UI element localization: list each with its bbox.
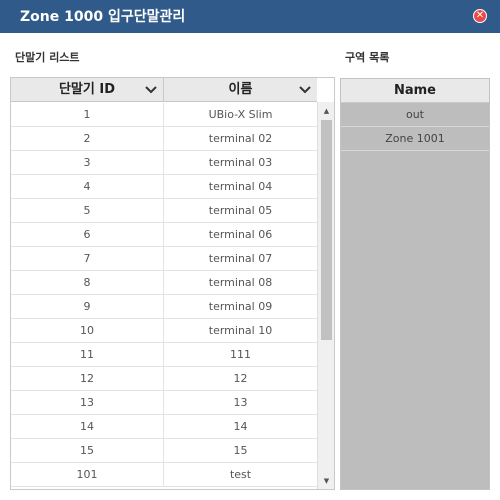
terminal-id-cell: 10 bbox=[11, 319, 164, 343]
zone-list: Name out Zone 1001 bbox=[340, 78, 490, 490]
zone-column-header[interactable]: Name bbox=[341, 79, 489, 103]
terminal-name-cell: UBio-X Slim bbox=[208, 108, 273, 121]
terminal-name-cell: terminal 10 bbox=[208, 324, 273, 337]
terminal-table-header: 단말기 ID 이름 bbox=[11, 78, 317, 102]
terminal-name-cell: 14 bbox=[233, 420, 248, 433]
column-header-label: 단말기 ID bbox=[58, 82, 116, 97]
zone-list-body: out Zone 1001 bbox=[341, 103, 489, 151]
table-row[interactable]: 7 terminal 07 bbox=[11, 247, 317, 271]
dialog-titlebar: Zone 1000 입구단말관리 ✕ bbox=[0, 0, 500, 33]
terminal-id-cell: 13 bbox=[11, 391, 164, 415]
list-item[interactable]: Zone 1001 bbox=[341, 127, 489, 151]
scroll-down-arrow-icon[interactable]: ▼ bbox=[318, 474, 334, 488]
scrollbar-thumb[interactable] bbox=[321, 120, 332, 340]
column-header-label: 이름 bbox=[228, 82, 253, 97]
terminal-name-cell: terminal 09 bbox=[208, 300, 273, 313]
list-item[interactable]: out bbox=[341, 103, 489, 127]
table-row[interactable]: 12 12 bbox=[11, 367, 317, 391]
dialog-title: Zone 1000 입구단말관리 bbox=[20, 9, 186, 25]
table-row[interactable]: 9 terminal 09 bbox=[11, 295, 317, 319]
zone-list-label: 구역 목록 bbox=[345, 51, 390, 64]
terminal-list-label: 단말기 리스트 bbox=[15, 51, 80, 64]
terminal-name-cell: test bbox=[229, 468, 252, 481]
table-row[interactable]: 15 15 bbox=[11, 439, 317, 463]
terminal-id-cell: 6 bbox=[11, 223, 164, 247]
table-row[interactable]: 4 terminal 04 bbox=[11, 175, 317, 199]
table-row[interactable]: 2 terminal 02 bbox=[11, 127, 317, 151]
terminal-id-cell: 9 bbox=[11, 295, 164, 319]
terminal-name-cell: terminal 08 bbox=[208, 276, 273, 289]
table-row[interactable]: 10 terminal 10 bbox=[11, 319, 317, 343]
table-row[interactable]: 8 terminal 08 bbox=[11, 271, 317, 295]
terminal-table-body: 1 UBio-X Slim 2 terminal 02 3 terminal 03 4 ter… bbox=[11, 103, 317, 489]
terminal-name-cell: terminal 06 bbox=[208, 228, 273, 241]
terminal-id-cell: 2 bbox=[11, 127, 164, 151]
table-row[interactable]: 5 terminal 05 bbox=[11, 199, 317, 223]
terminal-name-cell: terminal 05 bbox=[208, 204, 273, 217]
terminal-name-cell: terminal 03 bbox=[208, 156, 273, 169]
terminal-id-cell: 5 bbox=[11, 199, 164, 223]
terminal-id-cell: 1 bbox=[11, 103, 164, 127]
scroll-up-arrow-icon[interactable]: ▲ bbox=[318, 104, 334, 118]
terminal-table: 단말기 ID 이름 1 UBio-X Slim 2 terminal 02 3 termi… bbox=[10, 77, 335, 490]
terminal-id-cell: 7 bbox=[11, 247, 164, 271]
terminal-id-cell: 12 bbox=[11, 367, 164, 391]
terminal-id-cell: 15 bbox=[11, 439, 164, 463]
terminal-name-cell: terminal 07 bbox=[208, 252, 273, 265]
table-row[interactable]: 3 terminal 03 bbox=[11, 151, 317, 175]
table-row[interactable]: 6 terminal 06 bbox=[11, 223, 317, 247]
terminal-id-cell: 8 bbox=[11, 271, 164, 295]
terminal-name-cell: 15 bbox=[233, 444, 248, 457]
terminal-name-cell: 12 bbox=[233, 372, 248, 385]
terminal-name-cell: 13 bbox=[233, 396, 248, 409]
terminal-id-cell: 3 bbox=[11, 151, 164, 175]
table-row[interactable]: 11 111 bbox=[11, 343, 317, 367]
terminal-id-cell: 14 bbox=[11, 415, 164, 439]
terminal-table-scrollbar[interactable]: ▲ ▼ bbox=[317, 102, 334, 489]
column-header-terminal-id[interactable]: 단말기 ID bbox=[11, 78, 164, 102]
terminal-name-cell: 111 bbox=[230, 348, 251, 361]
terminal-name-cell: terminal 02 bbox=[208, 132, 273, 145]
terminal-id-cell: 11 bbox=[11, 343, 164, 367]
table-row[interactable]: 1 UBio-X Slim bbox=[11, 103, 317, 127]
table-row[interactable]: 13 13 bbox=[11, 391, 317, 415]
table-row[interactable]: 101 test bbox=[11, 463, 317, 487]
terminal-name-cell: terminal 04 bbox=[208, 180, 273, 193]
column-header-name[interactable]: 이름 bbox=[164, 78, 317, 102]
terminal-id-cell: 4 bbox=[11, 175, 164, 199]
terminal-id-cell: 101 bbox=[11, 463, 164, 487]
table-row[interactable]: 14 14 bbox=[11, 415, 317, 439]
close-icon[interactable]: ✕ bbox=[473, 9, 487, 23]
